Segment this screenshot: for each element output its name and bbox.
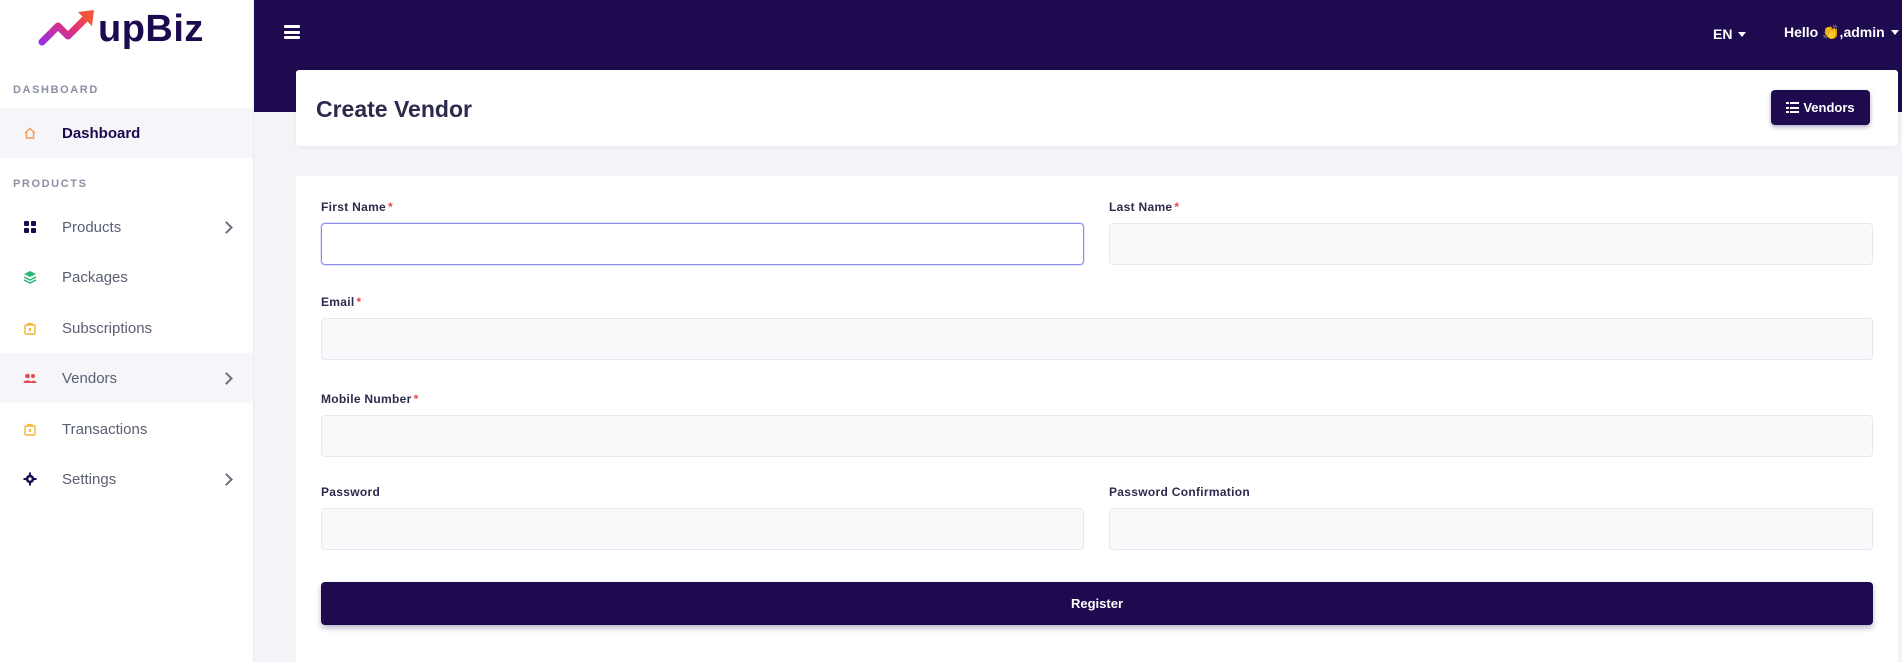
user-greeting: Hello 👏,admin [1784, 24, 1885, 40]
bag-icon [23, 321, 37, 335]
password-label: Password [321, 485, 381, 499]
vendors-button-label: Vendors [1803, 100, 1855, 115]
caret-down-icon [1890, 30, 1899, 35]
required-mark: * [413, 392, 419, 406]
required-mark: * [388, 200, 394, 214]
sidebar-item-products[interactable]: Products [0, 202, 253, 252]
sidebar-item-label: Vendors [62, 369, 118, 387]
chevron-right-icon [220, 472, 233, 486]
gear-icon [23, 472, 37, 486]
caret-down-icon [1738, 31, 1747, 37]
page-title: Create Vendor [316, 96, 472, 122]
chevron-right-icon [220, 220, 233, 234]
brand-logo[interactable]: upBiz [0, 0, 253, 58]
sidebar: upBiz DASHBOARD Dashboard PRODUCTS Produ… [0, 0, 254, 662]
grid-icon [23, 220, 37, 234]
topbar: EN Hello 👏,admin [254, 0, 1902, 70]
mobile-number-label: Mobile Number * [321, 392, 419, 406]
email-label: Email * [321, 295, 362, 309]
sidebar-item-vendors[interactable]: Vendors [0, 353, 253, 403]
trend-arrow-icon [38, 10, 94, 46]
menu-toggle-icon[interactable] [284, 25, 300, 39]
chevron-right-icon [220, 371, 233, 385]
required-mark: * [356, 295, 362, 309]
sidebar-item-label: Packages [62, 268, 128, 286]
home-icon [23, 126, 37, 140]
sidebar-item-packages[interactable]: Packages [0, 252, 253, 302]
user-menu[interactable]: Hello 👏,admin [1784, 24, 1899, 41]
sidebar-item-dashboard[interactable]: Dashboard [0, 108, 253, 158]
sidebar-item-label: Settings [62, 470, 117, 488]
vendors-list-button[interactable]: Vendors [1771, 90, 1870, 125]
required-mark: * [1174, 200, 1180, 214]
mobile-number-input[interactable] [321, 415, 1873, 457]
page-header-card: Create Vendor Vendors [296, 70, 1898, 146]
sidebar-item-label: Subscriptions [62, 319, 153, 337]
language-selector[interactable]: EN [1713, 26, 1747, 42]
section-label-dashboard: DASHBOARD [13, 84, 99, 96]
sidebar-item-label: Products [62, 218, 122, 236]
bag-icon [23, 422, 37, 436]
sidebar-item-subscriptions[interactable]: Subscriptions [0, 303, 253, 353]
password-confirmation-input[interactable] [1109, 508, 1873, 550]
sidebar-item-settings[interactable]: Settings [0, 454, 253, 504]
last-name-input[interactable] [1109, 223, 1873, 265]
last-name-label: Last Name * [1109, 200, 1180, 214]
language-label: EN [1713, 26, 1733, 42]
brand-name: upBiz [98, 7, 204, 50]
email-input[interactable] [321, 318, 1873, 360]
create-vendor-form: First Name * Last Name * Email * Mobile Num… [296, 176, 1898, 662]
password-confirmation-label: Password Confirmation [1109, 485, 1250, 499]
users-icon [23, 371, 37, 385]
sidebar-item-label: Dashboard [62, 124, 141, 142]
register-button[interactable]: Register [321, 582, 1873, 625]
section-label-products: PRODUCTS [13, 178, 88, 190]
first-name-label: First Name * [321, 200, 394, 214]
layers-icon [23, 270, 37, 284]
password-input[interactable] [321, 508, 1084, 550]
first-name-input[interactable] [321, 223, 1084, 265]
list-icon [1786, 102, 1800, 113]
sidebar-item-label: Transactions [62, 420, 148, 438]
sidebar-item-transactions[interactable]: Transactions [0, 404, 253, 454]
